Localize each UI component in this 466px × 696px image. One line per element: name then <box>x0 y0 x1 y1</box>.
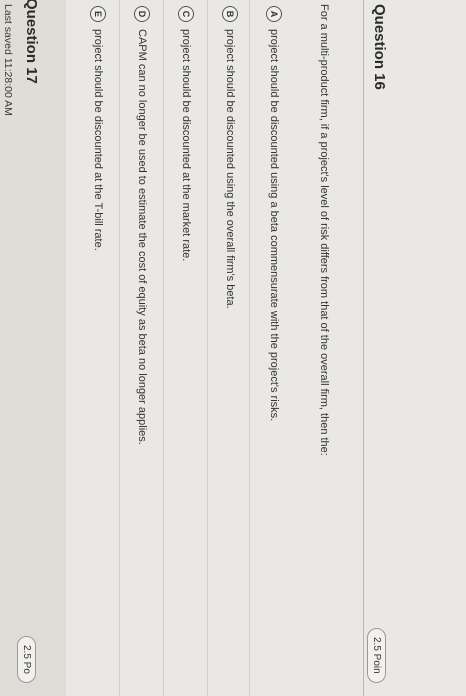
choice-separator <box>207 0 208 696</box>
choice-e[interactable]: E project should be discounted at the T-… <box>87 6 109 251</box>
choice-c-text: project should be discounted at the mark… <box>180 29 192 262</box>
question-16-title: Question 16 <box>371 4 388 90</box>
question-16-card: Question 16 2.5 Poin For a multi-product… <box>66 0 466 696</box>
quiz-page: Question 16 2.5 Poin For a multi-product… <box>0 0 466 696</box>
choice-separator <box>119 0 120 696</box>
choice-e-letter: E <box>90 6 106 22</box>
choice-separator <box>163 0 164 696</box>
choice-a-text: project should be discounted using a bet… <box>268 29 280 422</box>
choice-a-letter: A <box>266 6 282 22</box>
choice-b-text: project should be discounted using the o… <box>224 29 236 309</box>
question-17-title: Question 17 <box>23 0 40 84</box>
choice-d-letter: D <box>134 6 150 22</box>
question-17-points-badge: 2.5 Po <box>17 636 36 683</box>
choice-d[interactable]: D CAPM can no longer be used to estimate… <box>131 6 153 445</box>
choice-c-letter: C <box>178 6 194 22</box>
choice-b-letter: B <box>222 6 238 22</box>
choice-e-text: project should be discounted at the T-bi… <box>92 29 104 251</box>
choice-separator <box>249 0 250 696</box>
question-17-card: Question 17 2.5 Po Last saved 11:28:00 A… <box>0 0 66 696</box>
question-16-divider <box>363 0 364 696</box>
question-16-prompt: For a multi-product firm, if a project's… <box>318 4 330 456</box>
question-16-points-badge: 2.5 Poin <box>367 628 386 683</box>
choice-d-text: CAPM can no longer be used to estimate t… <box>136 29 148 445</box>
choice-b[interactable]: B project should be discounted using the… <box>219 6 241 309</box>
choice-a[interactable]: A project should be discounted using a b… <box>263 6 285 421</box>
last-saved-status: Last saved 11:28:00 AM <box>2 4 14 116</box>
choice-c[interactable]: C project should be discounted at the ma… <box>175 6 197 261</box>
